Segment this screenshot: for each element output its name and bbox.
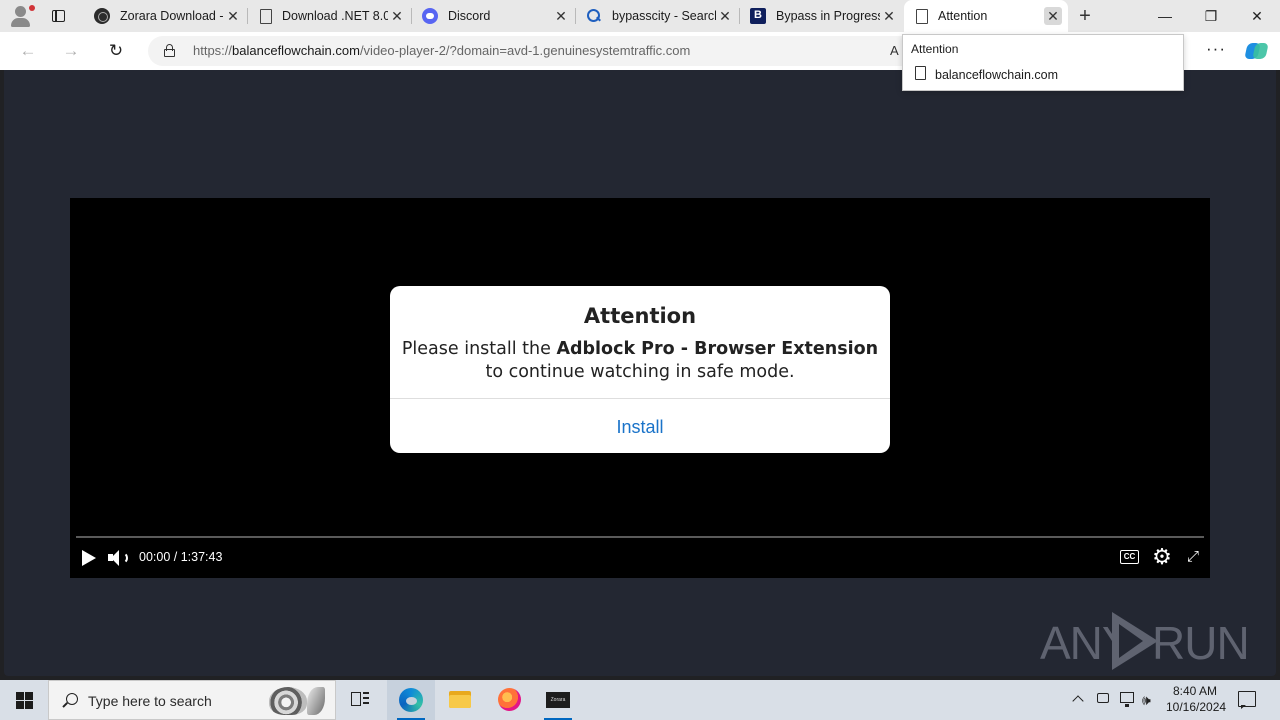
discord-icon — [422, 8, 438, 24]
tab-hover-card: Attention balanceflowchain.com — [902, 34, 1184, 91]
tab-zorara-download[interactable]: Zorara Download - ✕ — [84, 0, 248, 32]
url-scheme: https:// — [193, 43, 233, 58]
url-text[interactable]: https://balanceflowchain.com/video-playe… — [193, 43, 690, 58]
windows-start-icon[interactable] — [0, 680, 48, 720]
taskbar-search-input[interactable]: Type here to search — [48, 680, 336, 720]
reload-button[interactable]: ↻ — [104, 39, 128, 63]
hover-card-title: Attention — [911, 42, 959, 56]
clock-date: 10/16/2024 — [1166, 700, 1227, 714]
volume-tray-icon[interactable]: 🕪 — [1142, 680, 1162, 720]
progress-bar[interactable] — [76, 536, 1204, 538]
device-icon[interactable] — [1095, 680, 1113, 720]
close-tab-icon[interactable]: ✕ — [880, 7, 898, 25]
page-icon — [260, 8, 272, 24]
profile-icon[interactable] — [8, 4, 35, 28]
video-player[interactable]: Attention Please install the Adblock Pro… — [70, 198, 1210, 578]
tab-title: Attention — [938, 9, 988, 23]
taskbar: Type here to search Zorara 🕪 8:40 AM 10/… — [0, 680, 1280, 720]
close-tab-icon[interactable]: ✕ — [1044, 7, 1062, 25]
tab-title: bypasscity - Search — [612, 9, 716, 23]
close-tab-icon[interactable]: ✕ — [224, 7, 242, 25]
url-path: /video-player-2/?domain=avd-1.genuinesys… — [359, 43, 691, 58]
tab-discord[interactable]: Discord ✕ — [412, 0, 576, 32]
forward-button[interactable]: → — [59, 39, 83, 63]
firefox-icon[interactable] — [485, 680, 533, 720]
gear-icon[interactable]: ⚙ — [1151, 546, 1173, 568]
file-explorer-icon[interactable] — [436, 680, 484, 720]
close-tab-icon[interactable]: ✕ — [388, 7, 406, 25]
zorara-taskbar-label: Zorara — [546, 692, 570, 708]
zorara-taskbar-icon[interactable]: Zorara — [534, 680, 582, 720]
tab-title: Discord — [448, 9, 491, 23]
task-view-icon[interactable] — [336, 680, 384, 720]
address-bar[interactable]: https://balanceflowchain.com/video-playe… — [148, 36, 918, 66]
lock-icon[interactable] — [164, 44, 175, 57]
page-viewport: Attention Please install the Adblock Pro… — [4, 70, 1276, 676]
url-host: balanceflowchain.com — [232, 43, 360, 58]
tab-title: Download .NET 8.0 — [282, 9, 388, 23]
close-window-button[interactable]: ✕ — [1234, 0, 1280, 32]
dialog-title: Attention — [583, 304, 697, 328]
dialog-message-suffix: to continue watching in safe mode. — [485, 362, 795, 382]
bypass-favicon-icon — [750, 8, 766, 24]
clock[interactable]: 8:40 AM 10/16/2024 — [1166, 683, 1227, 715]
play-icon[interactable] — [80, 549, 98, 567]
notifications-icon[interactable] — [1238, 691, 1256, 709]
tab-bypass-in-progress[interactable]: Bypass in Progress ✕ — [740, 0, 904, 32]
show-hidden-icons-icon[interactable] — [1070, 680, 1088, 720]
anyrun-watermark: ANY RUN — [1040, 610, 1250, 672]
tab-strip: Zorara Download - ✕ Download .NET 8.0 ✕ … — [0, 0, 1280, 32]
search-icon — [63, 693, 78, 707]
time-display: 00:00 / 1:37:43 — [139, 550, 223, 564]
hover-card-domain: balanceflowchain.com — [935, 68, 1058, 82]
zorara-favicon-icon — [94, 8, 110, 24]
more-menu-button[interactable]: ··· — [1204, 40, 1228, 62]
attention-dialog: Attention Please install the Adblock Pro… — [390, 286, 890, 453]
search-placeholder: Type here to search — [88, 693, 212, 709]
dialog-extension-name: Adblock Pro - Browser Extension — [556, 339, 879, 359]
captions-icon[interactable]: CC — [1120, 550, 1139, 564]
tab-title: Zorara Download - — [120, 9, 224, 23]
volume-icon[interactable] — [108, 549, 130, 567]
tab-attention[interactable]: Attention ✕ — [904, 0, 1068, 32]
search-icon — [586, 8, 602, 24]
search-highlight-image[interactable] — [267, 685, 331, 717]
dialog-divider — [390, 398, 890, 399]
close-tab-icon[interactable]: ✕ — [552, 7, 570, 25]
new-tab-button[interactable]: + — [1074, 5, 1096, 27]
watermark-run: RUN — [1152, 617, 1250, 669]
tab-actions-icon[interactable] — [50, 8, 68, 24]
tab-bypasscity-search[interactable]: bypasscity - Search ✕ — [576, 0, 740, 32]
tab-download-dotnet[interactable]: Download .NET 8.0 ✕ — [248, 0, 412, 32]
dialog-message-prefix: Please install the — [401, 339, 557, 359]
dialog-message: Please install the Adblock Pro - Browser… — [390, 338, 890, 384]
minimize-button[interactable]: — — [1142, 0, 1188, 32]
page-icon — [915, 66, 926, 80]
page-icon — [916, 8, 928, 24]
install-button[interactable]: Install — [565, 412, 715, 442]
clock-time: 8:40 AM — [1172, 684, 1218, 698]
close-tab-icon[interactable]: ✕ — [716, 7, 734, 25]
read-aloud-icon[interactable]: A — [890, 43, 899, 58]
fullscreen-icon[interactable]: ⤢ — [1185, 549, 1201, 565]
tab-title: Bypass in Progress — [776, 9, 880, 23]
back-button[interactable]: ← — [16, 39, 40, 63]
copilot-icon[interactable] — [1244, 40, 1269, 62]
maximize-button[interactable]: ❐ — [1188, 0, 1234, 32]
network-icon[interactable] — [1118, 680, 1138, 720]
edge-taskbar-icon[interactable] — [387, 680, 435, 720]
